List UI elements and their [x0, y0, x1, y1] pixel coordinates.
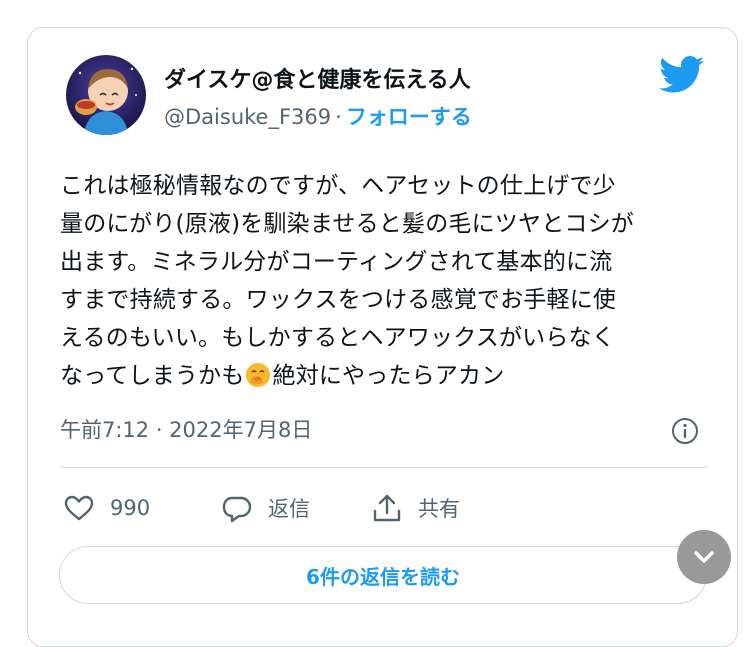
reply-bubble-icon: [222, 496, 252, 523]
info-icon[interactable]: [670, 416, 700, 446]
tweet-text-after-emoji: 絶対にやったらアカン: [272, 363, 505, 389]
display-name[interactable]: ダイスケ@食と健康を伝える人: [164, 62, 471, 94]
tweet-line: 出ます。ミネラル分がコーティングされて基本的に流: [60, 249, 613, 275]
like-button[interactable]: 990: [62, 488, 150, 528]
divider: [60, 467, 708, 468]
timestamp[interactable]: 午前7:12 · 2022年7月8日: [60, 414, 312, 444]
share-label: 共有: [418, 497, 460, 521]
handle-row: @Daisuke_F369 · フォローする: [164, 101, 472, 131]
twitter-bird-icon[interactable]: [659, 56, 705, 94]
share-icon: [373, 494, 401, 522]
tweet-line: これは極秘情報なのですが、ヘアセットの仕上げで少: [60, 173, 616, 199]
reply-action-button[interactable]: 返信: [220, 488, 310, 528]
tweet-line: すまで持続する。ワックスをつける感覚でお手軽に使: [60, 287, 617, 313]
tweet-text-before-emoji: なってしまうかも: [60, 363, 245, 389]
hand-over-mouth-icon: [246, 363, 271, 387]
chevron-down-icon: [694, 551, 714, 563]
like-count: 990: [110, 496, 151, 520]
tweet-line-last: なってしまうかも 絶対にやったらアカン: [60, 357, 700, 395]
handle[interactable]: @Daisuke_F369: [164, 105, 331, 129]
avatar[interactable]: [66, 55, 146, 135]
follow-link[interactable]: フォローする: [346, 105, 472, 129]
tweet-line: えるのもいい。もしかするとヘアワックスがいらなく: [60, 325, 615, 351]
reply-label: 返信: [268, 497, 310, 521]
separator-dot: ·: [335, 105, 342, 129]
tweet-line: 量のにがり(原液)を馴染ませると髪の毛にツヤとコシが: [60, 211, 634, 237]
tweet-text: これは極秘情報なのですが、ヘアセットの仕上げで少 量のにがり(原液)を馴染ませる…: [60, 167, 700, 395]
read-replies-button[interactable]: 6件の返信を読む: [59, 546, 707, 604]
scroll-down-button[interactable]: [677, 530, 731, 584]
heart-icon: [64, 495, 94, 521]
share-button[interactable]: 共有: [370, 488, 460, 528]
